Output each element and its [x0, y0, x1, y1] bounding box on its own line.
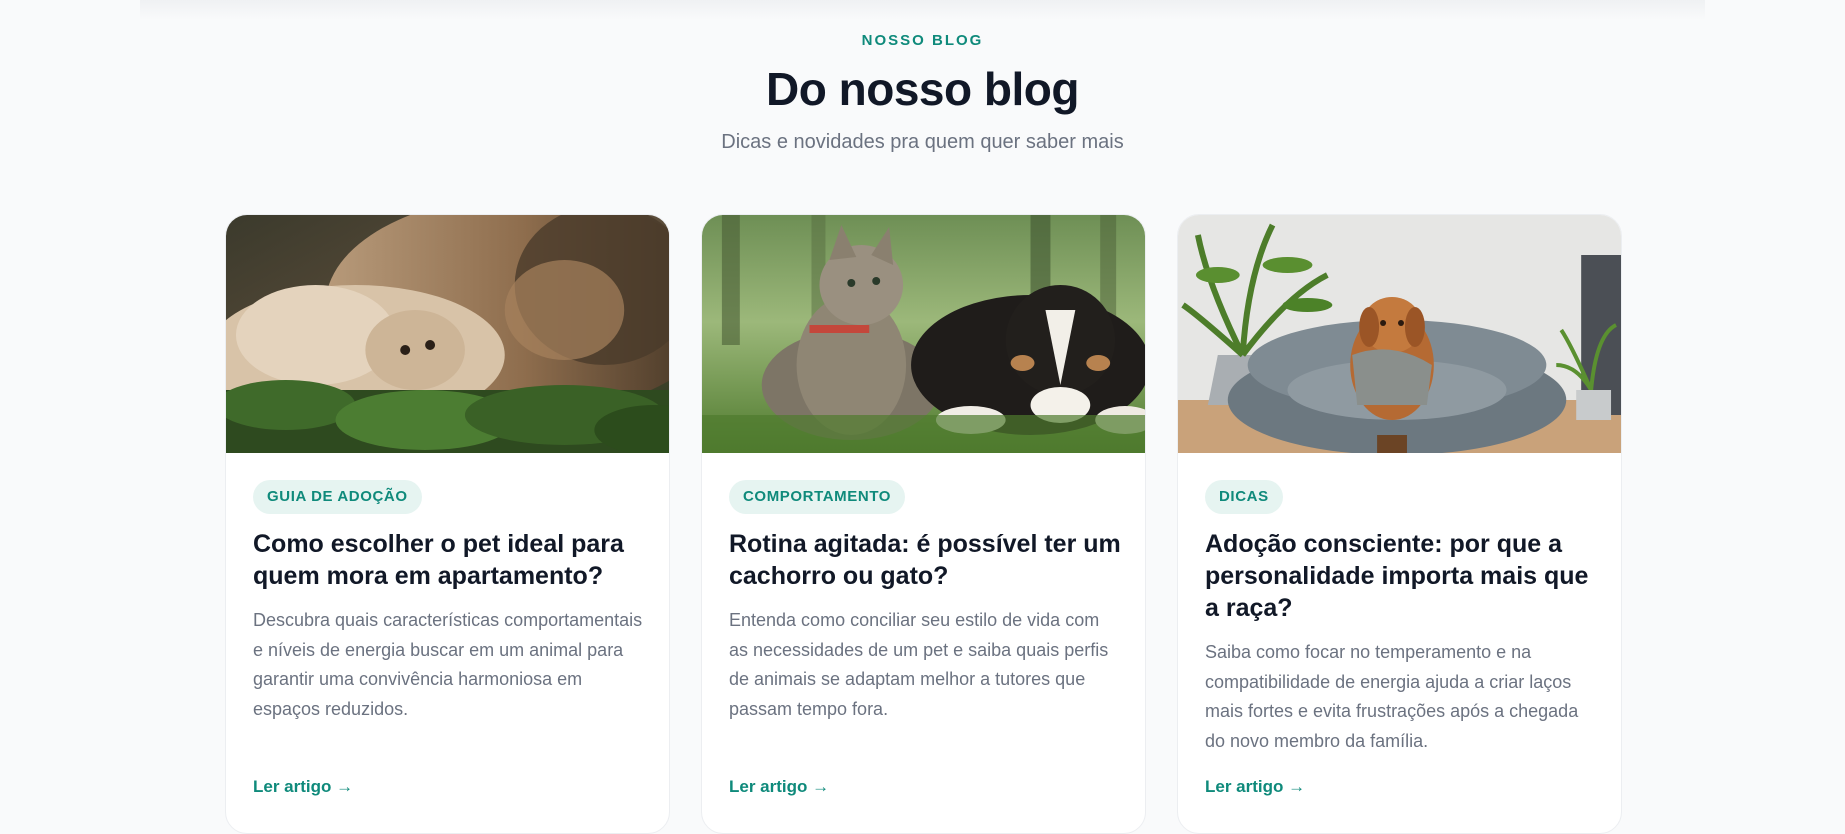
blog-card[interactable]: DICAS Adoção consciente: por que a perso… [1177, 214, 1622, 834]
blog-card[interactable]: COMPORTAMENTO Rotina agitada: é possível… [701, 214, 1146, 834]
post-image-dog-in-bed[interactable] [1178, 215, 1621, 453]
post-excerpt: Saiba como focar no temperamento e na co… [1205, 642, 1579, 751]
post-excerpt: Entenda como conciliar seu estilo de vid… [729, 610, 1109, 719]
read-article-link[interactable]: Ler artigo → [253, 777, 353, 797]
section-title: Do nosso blog [766, 63, 1079, 115]
section-eyebrow: NOSSO BLOG [861, 32, 984, 49]
post-excerpt: Descubra quais características comportam… [253, 610, 643, 719]
post-category-tag[interactable]: DICAS [1205, 480, 1283, 514]
post-title[interactable]: Como escolher o pet ideal para quem mora… [253, 528, 645, 592]
blog-card[interactable]: GUIA DE ADOÇÃO Como escolher o pet ideal… [225, 214, 670, 834]
post-image-cat-and-puppy[interactable] [702, 215, 1145, 453]
post-image-cat-and-dog[interactable] [226, 215, 669, 453]
post-title[interactable]: Rotina agitada: é possível ter um cachor… [729, 528, 1121, 592]
post-title[interactable]: Adoção consciente: por que a personalida… [1205, 528, 1597, 624]
section-subtitle: Dicas e novidades pra quem quer saber ma… [721, 131, 1124, 153]
header-shadow [140, 0, 1705, 20]
post-category-tag[interactable]: GUIA DE ADOÇÃO [253, 480, 422, 514]
read-article-link[interactable]: Ler artigo → [1205, 777, 1305, 797]
read-article-link[interactable]: Ler artigo → [729, 777, 829, 797]
post-category-tag[interactable]: COMPORTAMENTO [729, 480, 906, 514]
